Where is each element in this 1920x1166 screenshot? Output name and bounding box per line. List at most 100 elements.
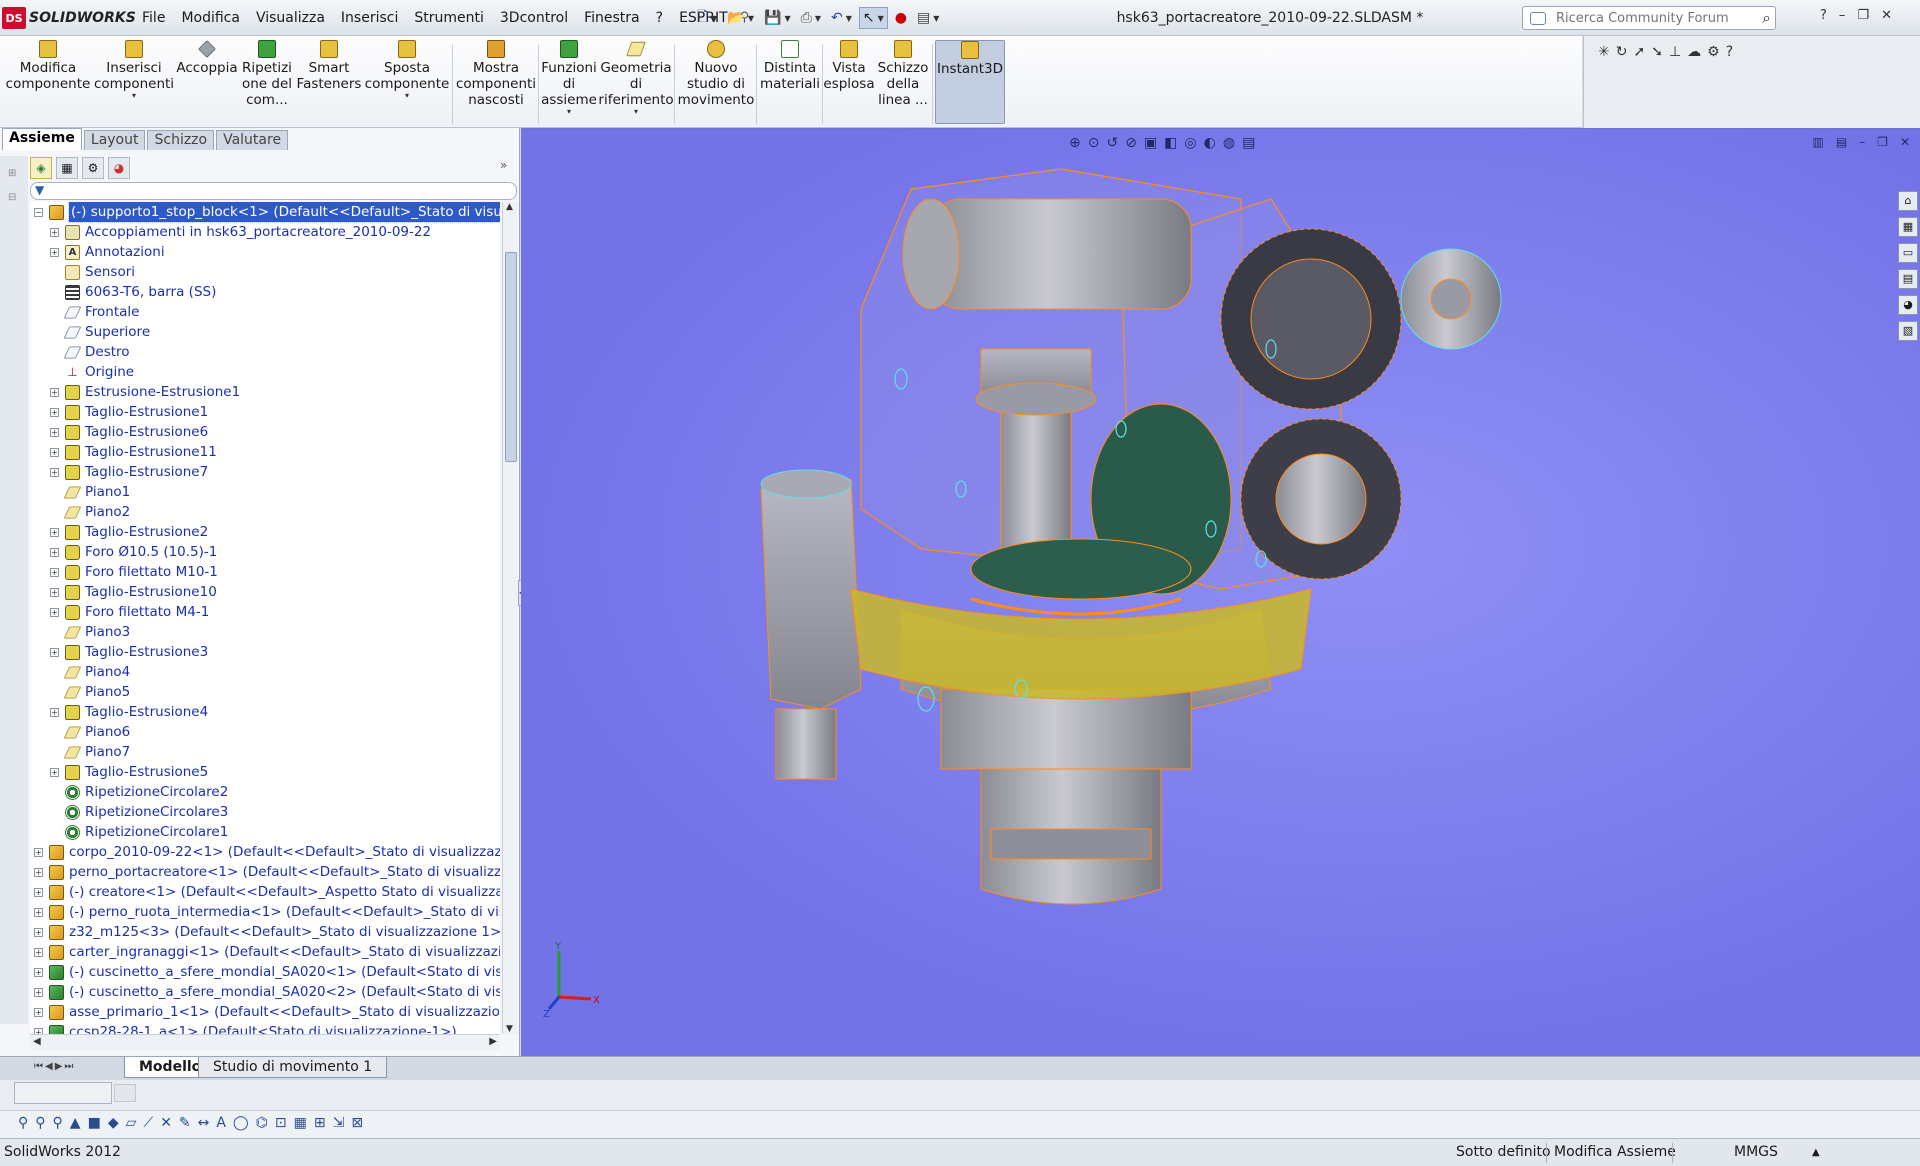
filter-weld-icon[interactable]: ⌬: [256, 1115, 268, 1131]
tree-feature-row[interactable]: ⊥ Origine: [50, 362, 134, 382]
expand-icon[interactable]: +: [50, 427, 59, 437]
tree-feature-row[interactable]: + Taglio-Estrusione10: [50, 582, 217, 602]
previous-view-icon[interactable]: ↺: [1106, 135, 1118, 151]
first-tab-icon[interactable]: ⏮: [34, 1061, 43, 1072]
filter-surface-icon[interactable]: ◆: [108, 1115, 119, 1131]
folder-icon[interactable]: ▭: [1898, 243, 1918, 263]
tree-feature-row[interactable]: 6063-T6, barra (SS): [50, 282, 216, 302]
tree-feature-row[interactable]: + Taglio-Estrusione1: [50, 402, 208, 422]
exploded-view-button[interactable]: Vista esplosa: [823, 40, 875, 124]
search-input[interactable]: [1556, 10, 1746, 26]
palette-icon[interactable]: ▤: [1898, 269, 1918, 289]
tree-component-row[interactable]: + (-) cuscinetto_a_sfere_mondial_SA020<2>…: [34, 982, 500, 1002]
expand-icon[interactable]: +: [34, 1007, 43, 1017]
restore-icon[interactable]: ❐: [1877, 135, 1888, 149]
tree-horizontal-scrollbar[interactable]: ◀ ▶: [30, 1034, 500, 1050]
tree-feature-row[interactable]: + Taglio-Estrusione3: [50, 642, 208, 662]
tree-component-row[interactable]: + ccsp28-28-1_a<1> (Default<Stato di visu…: [34, 1022, 457, 1034]
fix-icon[interactable]: ⊥: [1669, 44, 1681, 60]
menu-help[interactable]: ?: [648, 10, 671, 26]
expand-icon[interactable]: +: [34, 907, 43, 917]
expand-icon[interactable]: +: [50, 607, 59, 617]
filter-balloon-icon[interactable]: ◯: [233, 1115, 249, 1131]
featuremanager-tab-icon[interactable]: ◈: [30, 157, 52, 179]
filter-note-icon[interactable]: A: [216, 1115, 226, 1131]
help-icon[interactable]: ?: [1820, 8, 1827, 23]
tree-feature-row[interactable]: Piano5: [50, 682, 130, 702]
apply-scene-icon[interactable]: ◍: [1223, 135, 1235, 151]
menu-inserisci[interactable]: Inserisci: [333, 10, 406, 26]
expand-icon[interactable]: +: [50, 447, 59, 457]
tree-feature-row[interactable]: + Foro Ø10.5 (10.5)-1: [50, 542, 217, 562]
tree-component-row[interactable]: + (-) perno_ruota_intermedia<1> (Default<…: [34, 902, 500, 922]
custom-properties-icon[interactable]: ▧: [1898, 321, 1918, 341]
tree-component-row[interactable]: + corpo_2010-09-22<1> (Default<<Default>_…: [34, 842, 500, 862]
scroll-right-icon[interactable]: ▶: [489, 1036, 497, 1047]
expand-icon[interactable]: +: [50, 247, 59, 257]
tree-feature-row[interactable]: + Taglio-Estrusione6: [50, 422, 208, 442]
configuration-combo[interactable]: [14, 1082, 112, 1104]
tree-feature-row[interactable]: + Taglio-Estrusione7: [50, 462, 208, 482]
tree-feature-row[interactable]: Destro: [50, 342, 130, 362]
last-tab-icon[interactable]: ⏭: [64, 1061, 73, 1072]
filter-solid-icon[interactable]: ■: [88, 1115, 101, 1131]
filter-plane-icon[interactable]: ▱: [126, 1115, 137, 1131]
scroll-thumb[interactable]: [505, 252, 517, 462]
tree-feature-row[interactable]: Frontale: [50, 302, 139, 322]
tree-feature-row[interactable]: + Estrusione-Estrusione1: [50, 382, 240, 402]
mate-button[interactable]: Accoppia: [176, 40, 238, 124]
chevron-down-icon[interactable]: ▾: [567, 108, 571, 116]
tree-feature-row[interactable]: Piano4: [50, 662, 130, 682]
menu-visualizza[interactable]: Visualizza: [248, 10, 333, 26]
expand-icon[interactable]: +: [50, 587, 59, 597]
display-style-icon[interactable]: ◧: [1164, 135, 1177, 151]
search-icon[interactable]: ⌕: [1762, 8, 1771, 28]
filter-sketch-icon[interactable]: ✎: [179, 1115, 191, 1131]
show-hidden-button[interactable]: Mostra componenti nascosti: [456, 40, 536, 124]
edit-appearance-icon[interactable]: ◐: [1204, 135, 1216, 151]
filter-datum-icon[interactable]: ⊡: [275, 1115, 287, 1131]
tree-feature-row[interactable]: + Taglio-Estrusione5: [50, 762, 208, 782]
chevron-down-icon[interactable]: ▾: [132, 92, 136, 100]
expand-icon[interactable]: +: [50, 567, 59, 577]
expand-icon[interactable]: +: [50, 647, 59, 657]
filter-route-icon[interactable]: ⇲: [333, 1115, 345, 1131]
tree-component-row[interactable]: + (-) creatore<1> (Default<<Default>_Aspe…: [34, 882, 500, 902]
scroll-down-icon[interactable]: ▼: [506, 1024, 513, 1034]
line-icon[interactable]: ➚: [1633, 44, 1645, 60]
expand-icon[interactable]: +: [34, 967, 43, 977]
minimize-icon[interactable]: –: [1859, 135, 1865, 149]
expand-icon[interactable]: +: [34, 887, 43, 897]
displaymanager-tab-icon[interactable]: ◕: [108, 157, 130, 179]
configuration-button[interactable]: [114, 1084, 136, 1102]
tree-feature-row[interactable]: Piano7: [50, 742, 130, 762]
tree-feature-row[interactable]: RipetizioneCircolare1: [50, 822, 228, 842]
section-view-icon[interactable]: ⊘: [1125, 135, 1137, 151]
tree-feature-row[interactable]: + Taglio-Estrusione2: [50, 522, 208, 542]
filter-axis-icon[interactable]: ⟋: [143, 1115, 153, 1131]
filter-face-icon[interactable]: ▲: [70, 1115, 81, 1131]
expand-icon[interactable]: +: [50, 227, 59, 237]
scroll-left-icon[interactable]: ◀: [33, 1036, 41, 1047]
save-button[interactable]: 💾 ▼: [761, 7, 794, 29]
tree-component-row[interactable]: + carter_ingranaggi<1> (Default<<Default>…: [34, 942, 500, 962]
undo-button[interactable]: ↶ ▼: [828, 7, 855, 29]
move-component-button[interactable]: Sposta componente ▾: [364, 40, 450, 124]
filter-vertex-icon[interactable]: ⚲: [35, 1115, 45, 1131]
tree-feature-row[interactable]: + Accoppiamenti in hsk63_portacreatore_20…: [50, 222, 431, 242]
home-icon[interactable]: ⌂: [1898, 191, 1918, 211]
open-button[interactable]: 📂 ▼: [724, 7, 757, 29]
graphics-area[interactable]: ⊕ ⊙ ↺ ⊘ ▣ ◧ ◎ ◐ ◍ ▤ ▥ ▤ – ❐ ✕ ⌂ ▦ ▭ ▤ ◕ …: [521, 128, 1920, 1056]
tree-feature-row[interactable]: + Foro filettato M10-1: [50, 562, 218, 582]
tree-component-row[interactable]: + (-) cuscinetto_a_sfere_mondial_SA020<1>…: [34, 962, 500, 982]
wrench-icon[interactable]: ⚙: [1707, 44, 1720, 60]
tab-assieme[interactable]: Assieme: [2, 128, 82, 150]
arrow-icon[interactable]: ➘: [1651, 44, 1663, 60]
tree-feature-row[interactable]: Piano6: [50, 722, 130, 742]
minimize-icon[interactable]: –: [1839, 8, 1846, 23]
appearance-icon[interactable]: ◕: [1898, 295, 1918, 315]
filter-point-icon[interactable]: ✕: [160, 1115, 172, 1131]
tab-layout[interactable]: Layout: [83, 130, 146, 150]
tab-schizzo[interactable]: Schizzo: [147, 130, 215, 150]
prev-tab-icon[interactable]: ◀: [45, 1061, 53, 1072]
